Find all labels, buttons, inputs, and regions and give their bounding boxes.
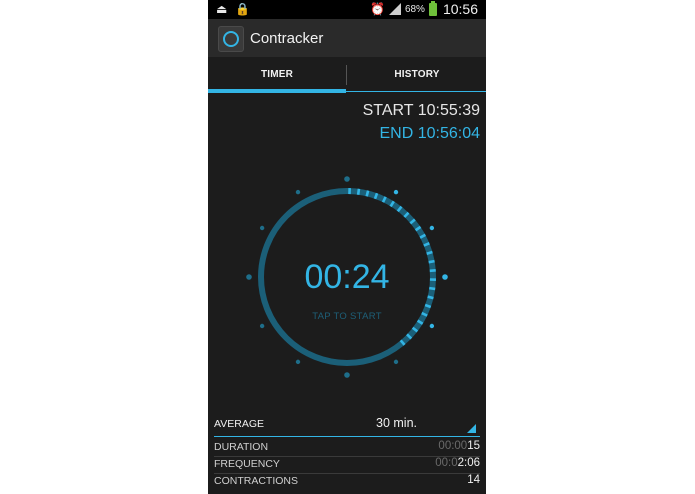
progress-tick — [426, 250, 433, 255]
clock: 10:56 — [442, 1, 478, 17]
status-bar: ⏏ 🔒 ⏰ 68% 10:56 — [208, 0, 486, 19]
tab-selected-indicator — [208, 89, 346, 93]
stat-value: 00:0015 — [438, 440, 480, 452]
battery-charging-icon — [428, 0, 437, 16]
stat-value-dim: 00:00 — [438, 440, 468, 452]
stat-value-main: 2:06 — [457, 457, 480, 469]
stat-divider — [214, 473, 480, 474]
hour-dot — [295, 359, 301, 365]
tab-timer[interactable]: TIMER — [208, 57, 346, 93]
average-label: AVERAGE — [214, 418, 264, 430]
average-underline — [214, 436, 480, 437]
average-select[interactable]: 30 min. — [376, 416, 417, 430]
stat-frequency: FREQUENCY 00:02:06 — [214, 457, 480, 472]
start-time: START 10:55:39 — [362, 102, 480, 119]
status-right: ⏰ 68% 10:56 — [369, 0, 478, 17]
stat-label: FREQUENCY — [214, 458, 280, 470]
progress-tick — [365, 190, 370, 197]
phone-screen: ⏏ 🔒 ⏰ 68% 10:56 Contracker TIMER HISTORY… — [208, 0, 486, 494]
stat-contractions: CONTRACTIONS 14 — [214, 474, 480, 489]
hour-dot — [429, 225, 435, 231]
tab-bar: TIMER HISTORY — [208, 57, 486, 93]
app-logo-icon[interactable] — [218, 26, 244, 52]
status-left: ⏏ 🔒 — [216, 2, 250, 16]
stat-label: DURATION — [214, 441, 269, 453]
hour-dot — [393, 189, 399, 195]
stat-value-dim: 00:0 — [435, 457, 458, 469]
hour-dot — [344, 372, 350, 378]
action-bar: Contracker — [208, 19, 486, 57]
spinner-arrow-icon[interactable] — [467, 424, 476, 433]
hour-dot — [259, 225, 265, 231]
hour-dot — [393, 359, 399, 365]
hour-dot — [295, 189, 301, 195]
signal-icon — [388, 3, 401, 15]
hour-dot — [259, 323, 265, 329]
end-time: END 10:56:04 — [379, 125, 480, 142]
stat-value-main: 15 — [467, 440, 480, 452]
app-title: Contracker — [250, 30, 324, 47]
lock-icon: 🔒 — [235, 2, 251, 16]
tap-to-start-hint[interactable]: TAP TO START — [208, 311, 486, 322]
timer-display[interactable]: 00:24 — [208, 258, 486, 297]
tab-divider — [346, 65, 347, 85]
tab-history[interactable]: HISTORY — [348, 57, 486, 93]
stat-value: 14 — [467, 474, 480, 486]
alarm-icon: ⏰ — [369, 2, 385, 16]
battery-percent: 68% — [404, 3, 425, 15]
progress-tick — [356, 188, 361, 195]
stat-value-main: 14 — [467, 474, 480, 486]
stat-label: CONTRACTIONS — [214, 475, 298, 487]
hour-dot — [344, 176, 350, 182]
usb-icon: ⏏ — [216, 2, 228, 16]
stat-duration: DURATION 00:0015 — [214, 440, 480, 455]
hour-dot — [429, 323, 435, 329]
stat-value: 00:02:06 — [435, 457, 480, 469]
